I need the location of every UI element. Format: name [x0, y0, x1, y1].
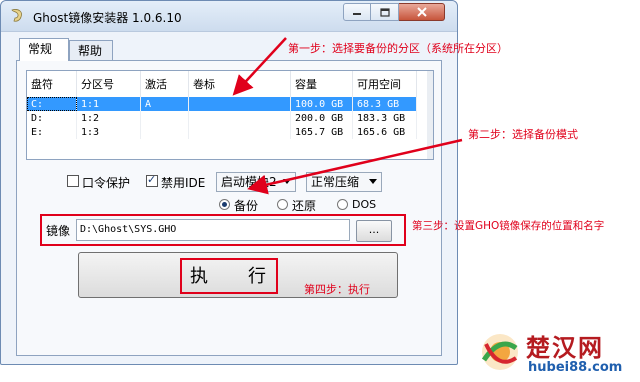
brand-url: hubei88.com: [528, 360, 623, 375]
step1-arrow: [232, 37, 287, 96]
tab-general[interactable]: 常规: [19, 38, 69, 61]
step2-annotation: 第二步：选择备份模式: [468, 128, 578, 141]
brand-logo-icon: [481, 334, 518, 370]
brand-name: 楚汉网: [526, 333, 604, 362]
step4-annotation: 第四步：执行: [304, 283, 370, 296]
step1-annotation: 第一步：选择要备份的分区（系统所在分区）: [288, 42, 508, 55]
step2-arrow: [247, 138, 463, 195]
watermark-logo: 楚汉网 hubei88.com: [478, 326, 638, 380]
tab-general-label: 常规: [28, 42, 53, 56]
annotation-arrows: [232, 37, 463, 195]
step3-annotation: 第三步：设置GHO镜像保存的位置和名字: [412, 220, 605, 232]
